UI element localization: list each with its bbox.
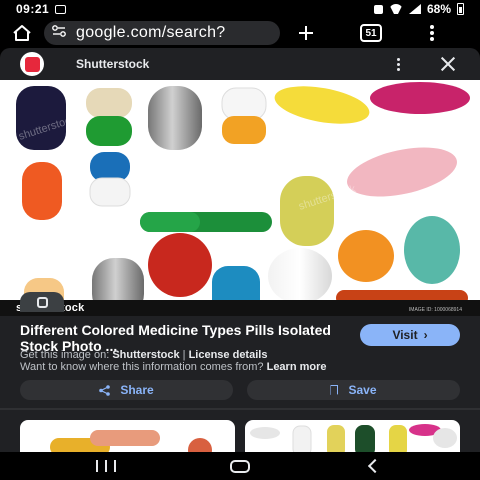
status-time: 09:21 xyxy=(16,2,50,16)
related-image-thumbnail[interactable] xyxy=(20,420,235,452)
pills-photo: shutterstock shutterstock shutterstock xyxy=(16,82,478,316)
visit-button[interactable]: Visit › xyxy=(360,324,460,346)
related-pills-photo xyxy=(50,430,212,452)
home-icon[interactable] xyxy=(10,21,34,45)
license-details-link[interactable]: License details xyxy=(189,349,268,361)
browser-toolbar: google.com/search? 51 xyxy=(0,18,480,48)
more-vertical-icon[interactable] xyxy=(386,52,410,76)
image-notification-icon xyxy=(55,4,67,14)
save-label: Save xyxy=(348,383,377,397)
get-image-source-link[interactable]: Shutterstock xyxy=(112,349,179,361)
site-info-icon[interactable] xyxy=(52,24,66,42)
plus-icon[interactable] xyxy=(294,21,318,45)
share-label: Share xyxy=(120,383,154,397)
bookmark-icon xyxy=(330,385,339,395)
tab-switcher-button[interactable]: 51 xyxy=(360,24,382,42)
status-bar: 09:21 68% xyxy=(0,0,480,18)
address-bar[interactable]: google.com/search? xyxy=(44,21,280,45)
shutterstock-logo-icon xyxy=(20,52,44,76)
separator: | xyxy=(182,349,186,361)
share-icon xyxy=(99,384,111,396)
related-image-thumbnail[interactable] xyxy=(245,420,460,452)
chevron-right-icon: › xyxy=(423,328,428,342)
system-navigation-bar xyxy=(0,452,480,480)
source-name[interactable]: Shutterstock xyxy=(76,57,149,71)
panel-header: Shutterstock xyxy=(0,48,480,80)
more-vertical-icon[interactable] xyxy=(420,21,444,45)
get-image-prefix: Get this image on: xyxy=(20,349,110,361)
back-icon[interactable] xyxy=(367,458,383,474)
divider xyxy=(0,408,480,410)
wifi-icon xyxy=(389,4,403,14)
share-button[interactable]: Share xyxy=(20,380,233,400)
close-icon[interactable] xyxy=(436,52,460,76)
learn-more-link[interactable]: Learn more xyxy=(267,361,327,373)
recents-icon[interactable] xyxy=(96,460,116,472)
get-image-line: Get this image on: Shutterstock | Licens… xyxy=(20,349,267,361)
visit-label: Visit xyxy=(392,328,418,342)
info-line: Want to know where this information come… xyxy=(20,361,327,373)
battery-icon xyxy=(457,3,464,15)
app-notification-icon xyxy=(373,4,383,14)
signal-icon xyxy=(408,4,421,14)
url-text[interactable]: google.com/search? xyxy=(76,24,226,42)
info-question: Want to know where this information come… xyxy=(20,361,264,373)
preview-image[interactable]: shutterstock shutterstock shutterstock s… xyxy=(0,80,480,316)
image-credit: IMAGE ID: 1000068914 xyxy=(408,307,462,313)
save-button[interactable]: Save xyxy=(247,380,460,400)
related-pills-photo xyxy=(250,424,457,452)
battery-percentage: 68% xyxy=(426,2,451,16)
home-button-icon[interactable] xyxy=(230,460,250,473)
image-details-panel: Shutterstock shutterstock shutterstock s… xyxy=(0,48,480,452)
lens-icon[interactable] xyxy=(20,292,64,312)
